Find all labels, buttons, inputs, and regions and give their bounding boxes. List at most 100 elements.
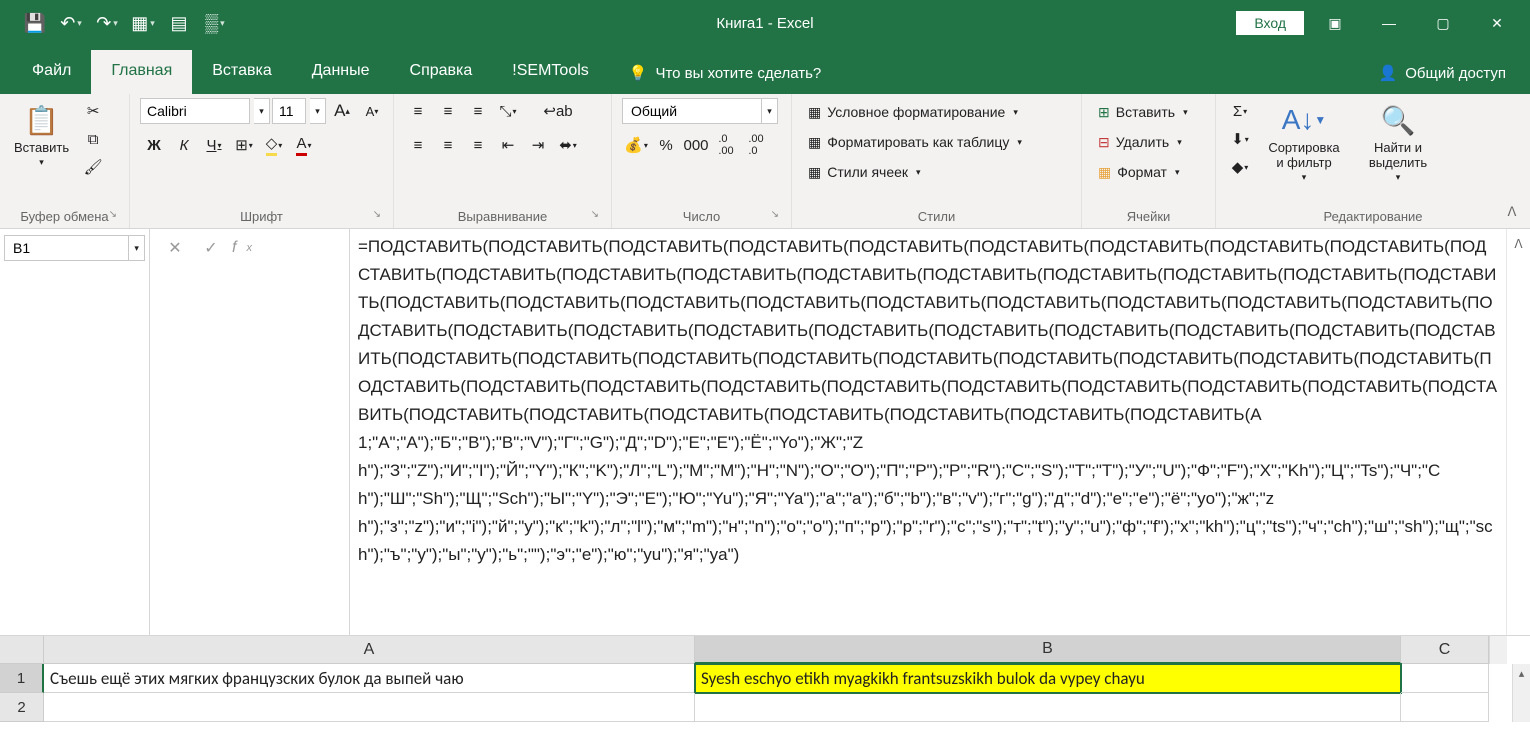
align-right-icon[interactable]: ≡ [464,132,492,158]
autosum-icon[interactable]: Σ [1226,98,1254,124]
conditional-formatting-button[interactable]: ▦ Условное форматирование [802,98,1024,126]
align-bottom-icon[interactable]: ≡ [464,98,492,124]
decrease-decimal-icon[interactable]: .00.0 [742,132,770,158]
name-box[interactable] [4,235,129,261]
font-size-dropdown[interactable]: ▾ [310,98,326,124]
group-label-clipboard[interactable]: Буфер обмена [10,207,119,226]
font-size-input[interactable] [272,98,306,124]
align-middle-icon[interactable]: ≡ [434,98,462,124]
cell-C2[interactable] [1401,693,1489,722]
cell-B2[interactable] [695,693,1401,722]
save-icon[interactable]: 💾 [20,8,50,38]
tab-help[interactable]: Справка [390,50,493,94]
collapse-ribbon-icon[interactable]: ᐱ [1502,202,1522,222]
format-painter-icon[interactable]: 🖌 [79,154,107,180]
qat-custom-3-icon[interactable]: ▒ [200,8,230,38]
formula-input[interactable]: =ПОДСТАВИТЬ(ПОДСТАВИТЬ(ПОДСТАВИТЬ(ПОДСТА… [350,229,1506,635]
group-label-font[interactable]: Шрифт [140,207,383,226]
font-name-input[interactable] [140,98,250,124]
table-icon: ▦ [808,134,821,151]
close-icon[interactable]: ✕ [1474,8,1520,38]
merge-icon[interactable]: ⬌ [554,132,582,158]
find-select-button[interactable]: 🔍 Найти и выделить [1354,98,1442,187]
group-label-cells: Ячейки [1092,207,1205,226]
cell-A2[interactable] [44,693,695,722]
insert-cells-button[interactable]: ⊞ Вставить [1092,98,1194,126]
accounting-format-icon[interactable]: 💰 [622,132,650,158]
font-color-icon[interactable]: A [290,132,318,158]
tab-semtools[interactable]: !SEMTools [492,50,608,94]
align-top-icon[interactable]: ≡ [404,98,432,124]
clear-icon[interactable]: ◆ [1226,154,1254,180]
cell-styles-button[interactable]: ▦ Стили ячеек [802,158,927,186]
cell-B1[interactable]: Syesh eschyo etikh myagkikh frantsuzskik… [695,664,1401,693]
format-as-table-button[interactable]: ▦ Форматировать как таблицу [802,128,1028,156]
qat-custom-1-icon[interactable]: ▦ [128,8,158,38]
copy-icon[interactable]: ⧉ [79,126,107,152]
minimize-icon[interactable]: — [1366,8,1412,38]
comma-style-icon[interactable]: 000 [682,132,710,158]
tab-file[interactable]: Файл [12,50,91,94]
fill-color-icon[interactable]: ◇ [260,132,288,158]
group-label-editing: Редактирование [1226,207,1520,226]
tab-insert[interactable]: Вставка [192,50,291,94]
maximize-icon[interactable]: ▢ [1420,8,1466,38]
fill-icon[interactable]: ⬇ [1226,126,1254,152]
ribbon-options-icon[interactable]: ▣ [1312,8,1358,38]
group-clipboard: 📋 Вставить ✂ ⧉ 🖌 Буфер обмена [0,94,130,228]
tab-data[interactable]: Данные [292,50,390,94]
borders-icon[interactable]: ⊞ [230,132,258,158]
group-font: ▾ ▾ A▴ A▾ Ж К Ч ⊞ ◇ A Шрифт [130,94,394,228]
indent-icon[interactable]: ⇥ [524,132,552,158]
share-button[interactable]: 👤 Общий доступ [1355,52,1530,94]
align-center-icon[interactable]: ≡ [434,132,462,158]
row-header-1[interactable]: 1 [0,664,44,693]
col-header-A[interactable]: A [44,636,695,664]
cut-icon[interactable]: ✂ [79,98,107,124]
delete-cells-button[interactable]: ⊟ Удалить [1092,128,1188,156]
percent-icon[interactable]: % [652,132,680,158]
login-button[interactable]: Вход [1236,11,1304,35]
number-format-dropdown[interactable]: ▾ [762,98,778,124]
undo-icon[interactable]: ↶ [56,8,86,38]
enter-formula-icon[interactable]: ✓ [196,235,226,261]
group-label-number[interactable]: Число [622,207,781,226]
wrap-text-icon[interactable]: ↩ab [544,98,572,124]
tell-me-search[interactable]: 💡 Что вы хотите сделать? [609,52,842,94]
format-cells-icon: ▦ [1098,164,1111,181]
worksheet-grid: A B C 1 2 Съешь ещё этих мягких французс… [0,636,1530,722]
format-cells-button[interactable]: ▦ Формат [1092,158,1186,186]
vertical-scrollbar[interactable]: ▴ [1512,664,1530,722]
increase-decimal-icon[interactable]: .0.00 [712,132,740,158]
select-all-corner[interactable] [0,636,44,664]
sort-filter-button[interactable]: A↓▼ Сортировка и фильтр [1260,98,1348,187]
redo-icon[interactable]: ↷ [92,8,122,38]
qat-custom-2-icon[interactable]: ▤ [164,8,194,38]
find-icon: 🔍 [1381,102,1416,138]
col-header-C[interactable]: C [1401,636,1489,664]
bold-button[interactable]: Ж [140,132,168,158]
group-editing: Σ ⬇ ◆ A↓▼ Сортировка и фильтр 🔍 Найти и … [1216,94,1530,228]
name-box-dropdown[interactable]: ▾ [129,235,145,261]
cell-C1[interactable] [1401,664,1489,693]
increase-font-icon[interactable]: A▴ [328,98,356,124]
group-label-alignment[interactable]: Выравнивание [404,207,601,226]
italic-button[interactable]: К [170,132,198,158]
tab-home[interactable]: Главная [91,50,192,94]
col-header-B[interactable]: B [695,636,1401,664]
font-name-dropdown[interactable]: ▾ [254,98,270,124]
number-format-select[interactable] [622,98,762,124]
row-header-2[interactable]: 2 [0,693,44,722]
cancel-formula-icon[interactable]: ✕ [160,235,190,261]
decrease-font-icon[interactable]: A▾ [358,98,386,124]
underline-button[interactable]: Ч [200,132,228,158]
insert-function-icon[interactable]: fx [232,235,262,261]
scroll-up-icon[interactable]: ▴ [1519,664,1525,682]
align-left-icon[interactable]: ≡ [404,132,432,158]
formula-bar-collapse-icon[interactable]: ᐱ [1506,229,1530,635]
orientation-icon[interactable]: ⤡ [494,98,522,124]
outdent-icon[interactable]: ⇤ [494,132,522,158]
paste-button[interactable]: 📋 Вставить [10,98,73,172]
cell-A1[interactable]: Съешь ещё этих мягких французских булок … [44,664,695,693]
title-bar: 💾 ↶ ↷ ▦ ▤ ▒ Книга1 - Excel Вход ▣ — ▢ ✕ [0,0,1530,46]
